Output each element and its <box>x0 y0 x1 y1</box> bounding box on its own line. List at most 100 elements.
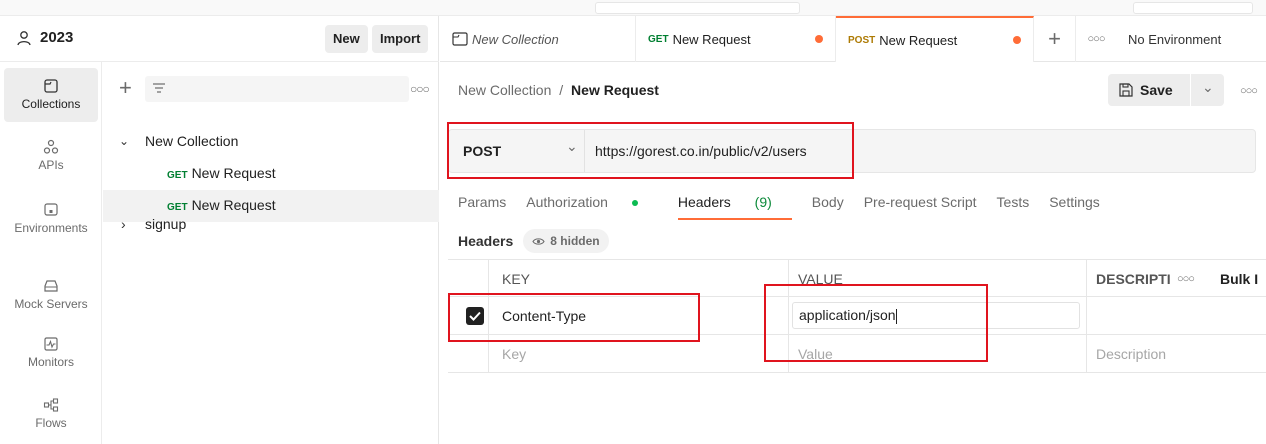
chevron-down-icon[interactable]: ⌄ <box>1202 79 1214 96</box>
column-divider <box>788 297 789 335</box>
import-button[interactable]: Import <box>372 25 429 53</box>
save-divider <box>1190 74 1191 106</box>
nav-mock-servers[interactable]: Mock Servers <box>4 278 98 311</box>
column-key: KEY <box>502 271 531 287</box>
nav-apis[interactable]: APIs <box>4 139 98 172</box>
key-placeholder-input[interactable]: Key <box>502 335 526 373</box>
text-cursor <box>895 308 897 324</box>
save-button[interactable]: Save ⌄ <box>1108 74 1224 106</box>
tab-collection[interactable]: New Collection <box>440 16 636 62</box>
collection-name: New Collection <box>145 133 239 149</box>
nav-environments[interactable]: Environments <box>4 202 98 235</box>
tab-params[interactable]: Params <box>458 194 506 220</box>
mock-servers-icon <box>44 280 58 292</box>
tab-headers-label: Headers <box>677 194 731 210</box>
request-row[interactable]: GET New Request <box>103 158 439 188</box>
checkbox[interactable] <box>466 307 484 325</box>
tab-label: New Collection <box>472 31 559 47</box>
environment-label: No Environment <box>1128 31 1222 47</box>
filter-icon[interactable] <box>152 83 166 95</box>
tab-authorization-label: Authorization <box>526 194 608 210</box>
eye-icon <box>532 237 545 245</box>
more-options-icon[interactable]: ○○○ <box>410 82 430 96</box>
main-panel: New Collection GET New Request POST New … <box>440 16 1266 444</box>
sidebar: 2023 New Import Collections APIs Environ… <box>0 16 439 444</box>
headers-title: Headers <box>458 233 514 249</box>
header-key-input[interactable]: Content-Type <box>502 297 586 335</box>
collection-row[interactable]: ⌄ New Collection <box>103 126 439 156</box>
header-value-input[interactable]: application/json <box>792 302 1080 329</box>
search-bar-edge <box>595 2 800 14</box>
breadcrumb-parent[interactable]: New Collection <box>458 82 551 98</box>
environments-icon <box>44 203 58 216</box>
more-options-icon[interactable]: ○○○ <box>1240 85 1258 97</box>
collections-icon <box>44 79 58 93</box>
nav-flows-label: Flows <box>35 416 67 430</box>
hidden-count: 8 hidden <box>550 234 600 248</box>
nav-collections-label: Collections <box>21 97 81 111</box>
collection-search-input[interactable] <box>145 76 409 102</box>
method-divider <box>584 130 585 172</box>
toolbar-edge <box>1133 2 1253 14</box>
workspace-name: 2023 <box>40 29 74 46</box>
url-input[interactable]: https://gorest.co.in/public/v2/users <box>595 143 807 159</box>
bulk-edit-button[interactable]: Bulk I <box>1220 260 1258 298</box>
chevron-down-icon[interactable]: ⌄ <box>119 126 129 156</box>
value-placeholder-input[interactable]: Value <box>798 335 833 373</box>
unsaved-dot <box>1013 36 1021 44</box>
request-name: New Request <box>191 165 276 181</box>
add-icon[interactable]: + <box>119 77 132 99</box>
collection-tree: + ○○○ ⌄ New Collection GET New Request GE… <box>103 62 439 444</box>
method-badge: POST <box>848 34 876 46</box>
save-label: Save <box>1140 82 1173 98</box>
column-divider <box>1086 297 1087 335</box>
breadcrumb-separator: / <box>559 82 564 98</box>
hidden-headers-toggle[interactable]: 8 hidden <box>523 229 609 253</box>
nav-collections[interactable]: Collections <box>4 68 98 122</box>
new-tab-button[interactable]: + <box>1034 16 1076 62</box>
column-value: VALUE <box>798 271 843 287</box>
tab-get-request[interactable]: GET New Request <box>636 16 836 62</box>
tab-label: New Request <box>879 32 958 48</box>
checkmark-icon <box>469 311 481 321</box>
tab-bar: New Collection GET New Request POST New … <box>440 16 1266 62</box>
environment-select[interactable]: No Environment <box>1116 16 1266 62</box>
tab-settings[interactable]: Settings <box>1049 194 1100 220</box>
table-header-row: KEY VALUE DESCRIPTI ○○○ Bulk I <box>448 259 1266 298</box>
nav-mock-servers-label: Mock Servers <box>14 297 88 311</box>
app-nav: Collections APIs Environments Mock Serve… <box>0 62 102 444</box>
breadcrumb: New Collection / New Request <box>458 82 659 98</box>
tab-prerequest[interactable]: Pre-request Script <box>864 194 977 220</box>
column-divider <box>1086 335 1087 373</box>
monitors-icon <box>44 337 58 351</box>
workspace-switcher[interactable]: 2023 <box>16 29 73 46</box>
folder-row[interactable]: › signup <box>103 209 439 239</box>
nav-monitors[interactable]: Monitors <box>4 336 98 369</box>
column-divider <box>1086 260 1087 298</box>
breadcrumb-current: New Request <box>571 82 659 98</box>
tab-label: New Request <box>672 31 751 47</box>
apis-icon <box>43 139 59 154</box>
column-divider <box>488 260 489 298</box>
tab-headers[interactable]: Headers (9) <box>677 194 792 220</box>
new-button[interactable]: New <box>325 25 368 53</box>
tab-authorization[interactable]: Authorization <box>526 194 658 220</box>
headers-count: (9) <box>754 194 772 210</box>
tab-body[interactable]: Body <box>812 194 844 220</box>
window-top-strip <box>0 0 1266 16</box>
tab-options-button[interactable]: ○○○ <box>1076 16 1116 62</box>
nav-apis-label: APIs <box>38 158 64 172</box>
method-select[interactable]: POST <box>463 143 501 159</box>
more-options-icon[interactable]: ○○○ <box>1177 260 1195 298</box>
nav-flows[interactable]: Flows <box>4 397 98 430</box>
tab-post-request[interactable]: POST New Request <box>836 16 1034 62</box>
tab-tests[interactable]: Tests <box>997 194 1030 220</box>
description-placeholder-input[interactable]: Description <box>1096 335 1166 373</box>
chevron-down-icon[interactable]: ⌄ <box>566 138 578 155</box>
chevron-right-icon[interactable]: › <box>121 209 126 239</box>
tree-toolbar: + <box>119 77 132 99</box>
headers-section: Headers 8 hidden <box>458 229 609 253</box>
auth-status-dot <box>631 200 638 207</box>
nav-monitors-label: Monitors <box>27 355 74 369</box>
unsaved-dot <box>815 35 823 43</box>
